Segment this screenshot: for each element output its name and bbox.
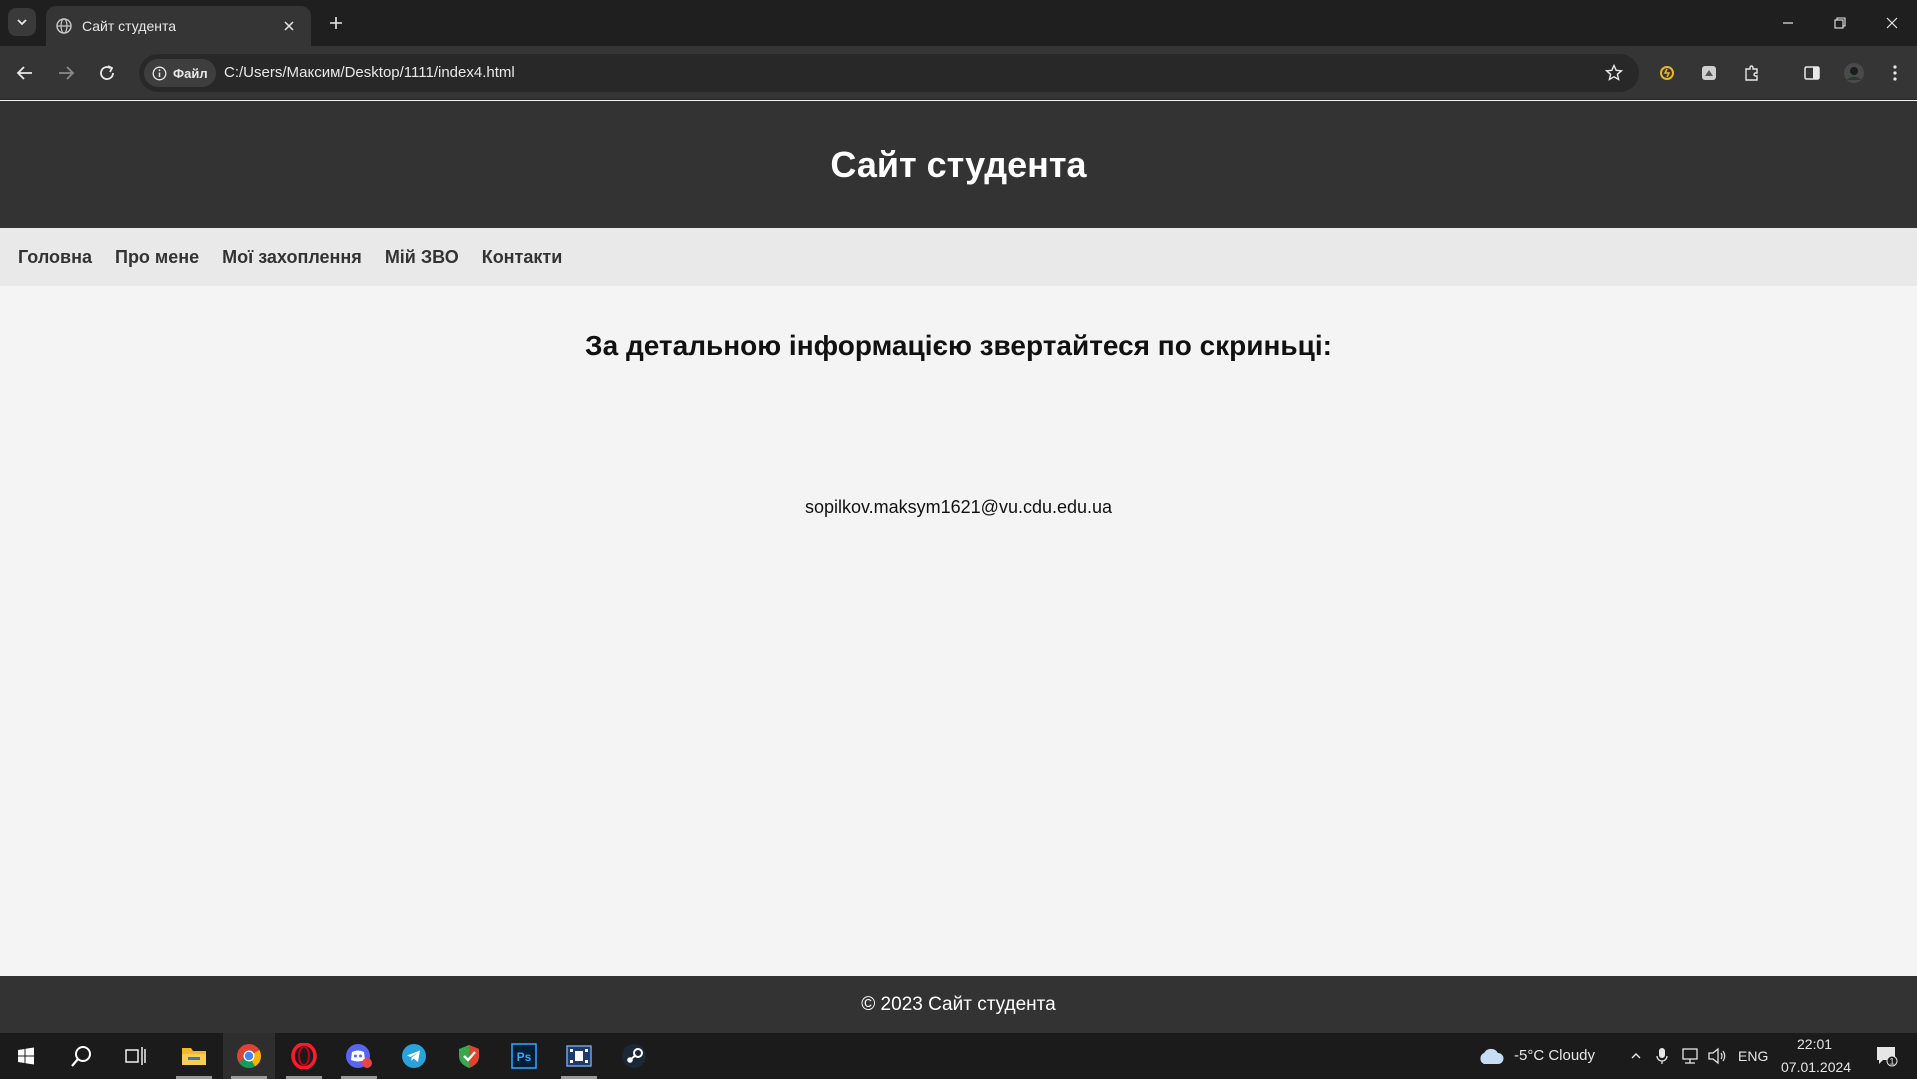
search-button[interactable] <box>56 1033 108 1079</box>
nav-link-about[interactable]: Про мене <box>115 247 199 268</box>
nav-link-contacts[interactable]: Контакти <box>482 247 563 268</box>
taskbar-telegram[interactable] <box>388 1033 440 1079</box>
notification-center-button[interactable]: 1 <box>1872 1045 1902 1067</box>
site-info-chip[interactable]: Файл <box>144 59 216 87</box>
site-header: Сайт студента <box>0 101 1917 228</box>
taskbar-vpn[interactable] <box>443 1033 495 1079</box>
app-extension-icon <box>1702 66 1716 80</box>
close-window-button[interactable] <box>1866 0 1917 46</box>
restore-icon <box>1834 17 1846 29</box>
plus-icon <box>330 17 342 29</box>
tab-strip: Сайт студента <box>0 0 1917 46</box>
extension-button-2[interactable] <box>1695 59 1723 87</box>
taskbar: Ps -5°C Cloudy ENG 22:01 07.01.2024 1 <box>0 1033 1917 1079</box>
notification-count: 1 <box>1889 1057 1894 1067</box>
reload-button[interactable] <box>93 59 121 87</box>
bookmark-button[interactable] <box>1603 62 1625 84</box>
discord-icon <box>346 1044 372 1068</box>
microphone-icon <box>1656 1048 1668 1064</box>
tray-microphone[interactable] <box>1651 1045 1673 1067</box>
photoshop-label: Ps <box>517 1050 532 1064</box>
video-editor-icon <box>566 1045 592 1067</box>
taskbar-photoshop[interactable]: Ps <box>498 1033 550 1079</box>
vpn-icon <box>459 1045 479 1068</box>
nav-link-hobbies[interactable]: Мої захоплення <box>222 247 362 268</box>
contact-heading: За детальною інформацією звертайтеся по … <box>585 330 1332 361</box>
taskbar-file-explorer[interactable] <box>168 1033 220 1079</box>
telegram-icon <box>402 1044 426 1068</box>
side-panel-button[interactable] <box>1798 59 1826 87</box>
site-title: Сайт студента <box>830 143 1087 185</box>
back-icon <box>16 66 32 80</box>
language-indicator[interactable]: ENG <box>1738 1048 1768 1064</box>
weather-text[interactable]: -5°C Cloudy <box>1514 1047 1595 1064</box>
menu-icon <box>1893 65 1897 81</box>
tab-close-button[interactable] <box>279 16 299 36</box>
photoshop-icon: Ps <box>511 1043 537 1069</box>
taskbar-steam[interactable] <box>608 1033 660 1079</box>
file-chip-label: Файл <box>173 65 208 81</box>
volume-icon <box>1708 1047 1726 1065</box>
new-tab-button[interactable] <box>322 11 350 35</box>
taskbar-discord[interactable] <box>333 1033 385 1079</box>
site-footer: © 2023 Сайт студента <box>0 976 1917 1033</box>
tray-network[interactable] <box>1679 1045 1701 1067</box>
weather-widget[interactable] <box>1476 1045 1506 1067</box>
close-window-icon <box>1886 17 1898 29</box>
info-icon <box>152 66 167 80</box>
star-icon <box>1605 64 1623 81</box>
profile-avatar <box>1844 63 1864 83</box>
extension-button[interactable] <box>1653 59 1681 87</box>
restore-button[interactable] <box>1814 0 1866 46</box>
taskbar-opera[interactable] <box>278 1033 330 1079</box>
opera-icon <box>291 1043 317 1069</box>
minimize-button[interactable] <box>1762 0 1814 46</box>
browser-tab[interactable]: Сайт студента <box>46 6 311 46</box>
chevron-down-icon <box>17 19 27 26</box>
footer-copyright: © 2023 Сайт студента <box>861 993 1056 1015</box>
taskbar-video-editor[interactable] <box>553 1033 605 1079</box>
network-icon <box>1682 1048 1698 1064</box>
tab-title: Сайт студента <box>82 18 177 34</box>
nav-link-university[interactable]: Мій ЗВО <box>385 247 459 268</box>
task-view-icon <box>125 1047 146 1065</box>
tab-search-button[interactable] <box>8 8 36 36</box>
puzzle-icon <box>1745 65 1758 81</box>
side-panel-icon <box>1804 66 1820 80</box>
site-nav: Головна Про мене Мої захоплення Мій ЗВО … <box>0 228 1917 286</box>
notification-icon: 1 <box>1877 1047 1898 1067</box>
cloud-icon <box>1480 1048 1504 1064</box>
back-button[interactable] <box>11 59 39 87</box>
browser-menu-button[interactable] <box>1881 59 1909 87</box>
task-view-button[interactable] <box>110 1033 162 1079</box>
start-button[interactable] <box>0 1033 52 1079</box>
contact-email[interactable]: sopilkov.maksym1621@vu.cdu.edu.ua <box>0 497 1917 518</box>
reload-icon <box>100 65 114 80</box>
tray-volume[interactable] <box>1706 1045 1728 1067</box>
forward-button[interactable] <box>52 59 80 87</box>
extension-icon <box>1660 66 1674 80</box>
chrome-icon <box>237 1044 261 1069</box>
chevron-up-icon <box>1631 1053 1641 1059</box>
url-text[interactable]: C:/Users/Максим/Desktop/1111/index4.html <box>224 64 515 81</box>
file-explorer-icon <box>182 1048 206 1065</box>
address-bar[interactable]: Файл C:/Users/Максим/Desktop/1111/index4… <box>139 54 1639 92</box>
browser-toolbar: Файл C:/Users/Максим/Desktop/1111/index4… <box>0 46 1917 100</box>
minimize-icon <box>1783 22 1793 24</box>
windows-start-icon <box>18 1047 34 1065</box>
taskbar-chrome[interactable] <box>223 1033 275 1079</box>
nav-link-home[interactable]: Головна <box>18 247 92 268</box>
extensions-menu-button[interactable] <box>1738 59 1766 87</box>
tray-overflow-button[interactable] <box>1625 1045 1647 1067</box>
clock-date[interactable]: 07.01.2024 <box>1781 1059 1851 1075</box>
clock-time[interactable]: 22:01 <box>1797 1036 1832 1052</box>
main-content: За детальною інформацією звертайтеся по … <box>0 286 1917 976</box>
profile-button[interactable] <box>1840 59 1868 87</box>
steam-icon <box>622 1044 646 1068</box>
search-icon <box>71 1046 91 1067</box>
close-icon <box>284 21 294 31</box>
globe-icon <box>56 18 72 34</box>
forward-icon <box>59 66 75 80</box>
